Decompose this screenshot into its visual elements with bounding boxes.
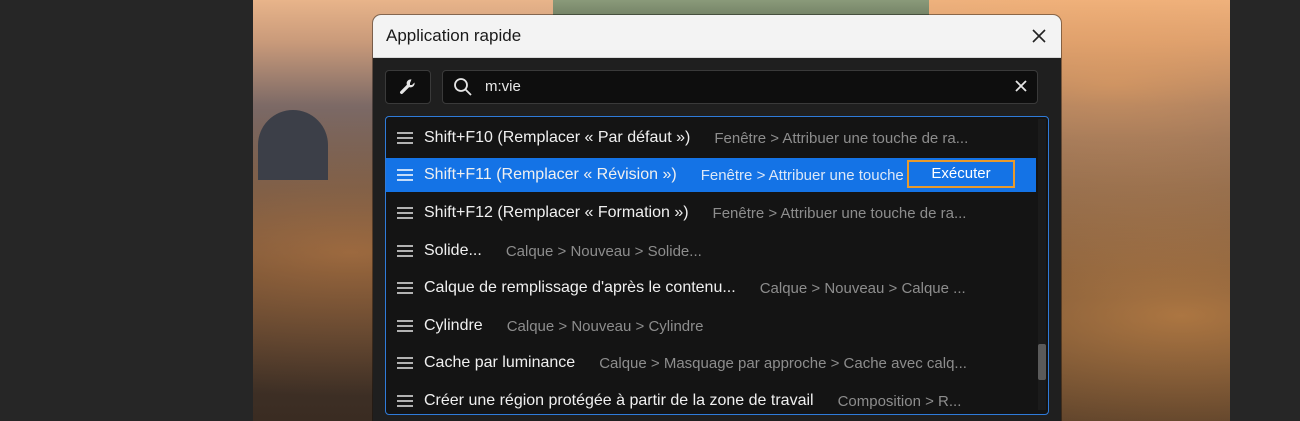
result-item[interactable]: Shift+F10 (Remplacer « Par défaut ») Fen…	[386, 121, 1036, 155]
result-label: Créer une région protégée à partir de la…	[424, 392, 814, 409]
dialog-titlebar: Application rapide	[373, 15, 1061, 58]
result-item[interactable]: Calque de remplissage d'après le contenu…	[386, 271, 1036, 305]
result-label: Shift+F10 (Remplacer « Par défaut »)	[424, 129, 691, 146]
menu-command-icon	[397, 395, 413, 407]
menu-command-icon	[397, 245, 413, 257]
clear-icon[interactable]	[1013, 78, 1029, 94]
toolbar: m:vie	[385, 70, 1049, 104]
results-list: Shift+F10 (Remplacer « Par défaut ») Fen…	[385, 116, 1049, 415]
result-label: Shift+F12 (Remplacer « Formation »)	[424, 204, 689, 221]
result-path: Fenêtre > Attribuer une touche de ra...	[712, 204, 967, 222]
scrollbar-thumb[interactable]	[1038, 344, 1046, 380]
result-path: Calque > Nouveau > Cylindre	[506, 317, 704, 335]
result-label: Shift+F11 (Remplacer « Révision »)	[424, 166, 677, 183]
dialog-title: Application rapide	[386, 26, 522, 45]
result-item-selected[interactable]: Shift+F11 (Remplacer « Révision ») Fenêt…	[386, 158, 1036, 192]
result-item[interactable]: Solide... Calque > Nouveau > Solide...	[386, 234, 1036, 268]
search-input[interactable]: m:vie	[485, 78, 521, 95]
search-icon	[454, 78, 472, 96]
menu-command-icon	[397, 282, 413, 294]
results-scrollbar[interactable]	[1038, 119, 1046, 410]
result-label: Solide...	[424, 242, 482, 259]
result-label: Cylindre	[424, 317, 483, 334]
result-label: Cache par luminance	[424, 354, 576, 371]
close-button[interactable]	[1023, 21, 1055, 51]
menu-command-icon	[397, 357, 413, 369]
background-dome	[258, 110, 328, 180]
result-item[interactable]: Cylindre Calque > Nouveau > Cylindre	[386, 309, 1036, 343]
result-item[interactable]: Créer une région protégée à partir de la…	[386, 384, 1036, 414]
settings-button[interactable]	[385, 70, 431, 104]
close-icon	[1032, 29, 1046, 43]
result-path: Calque > Nouveau > Calque ...	[759, 279, 966, 297]
result-item[interactable]: Shift+F12 (Remplacer « Formation ») Fenê…	[386, 196, 1036, 230]
menu-command-icon	[397, 207, 413, 219]
execute-button[interactable]: Exécuter	[907, 160, 1015, 188]
menu-command-icon	[397, 132, 413, 144]
result-path: Calque > Nouveau > Solide...	[505, 242, 702, 260]
menu-command-icon	[397, 320, 413, 332]
result-label: Calque de remplissage d'après le contenu…	[424, 279, 736, 296]
result-item[interactable]: Cache par luminance Calque > Masquage pa…	[386, 346, 1036, 380]
quick-apply-dialog: Application rapide m:vie Shift+F10 (Remp…	[373, 15, 1061, 421]
search-field[interactable]: m:vie	[442, 70, 1038, 104]
result-path: Calque > Masquage par approche > Cache a…	[599, 354, 967, 372]
menu-command-icon	[397, 169, 413, 181]
wrench-icon	[400, 79, 415, 94]
result-path: Fenêtre > Attribuer une touche de ra...	[714, 129, 969, 147]
result-path: Composition > R...	[837, 392, 962, 410]
